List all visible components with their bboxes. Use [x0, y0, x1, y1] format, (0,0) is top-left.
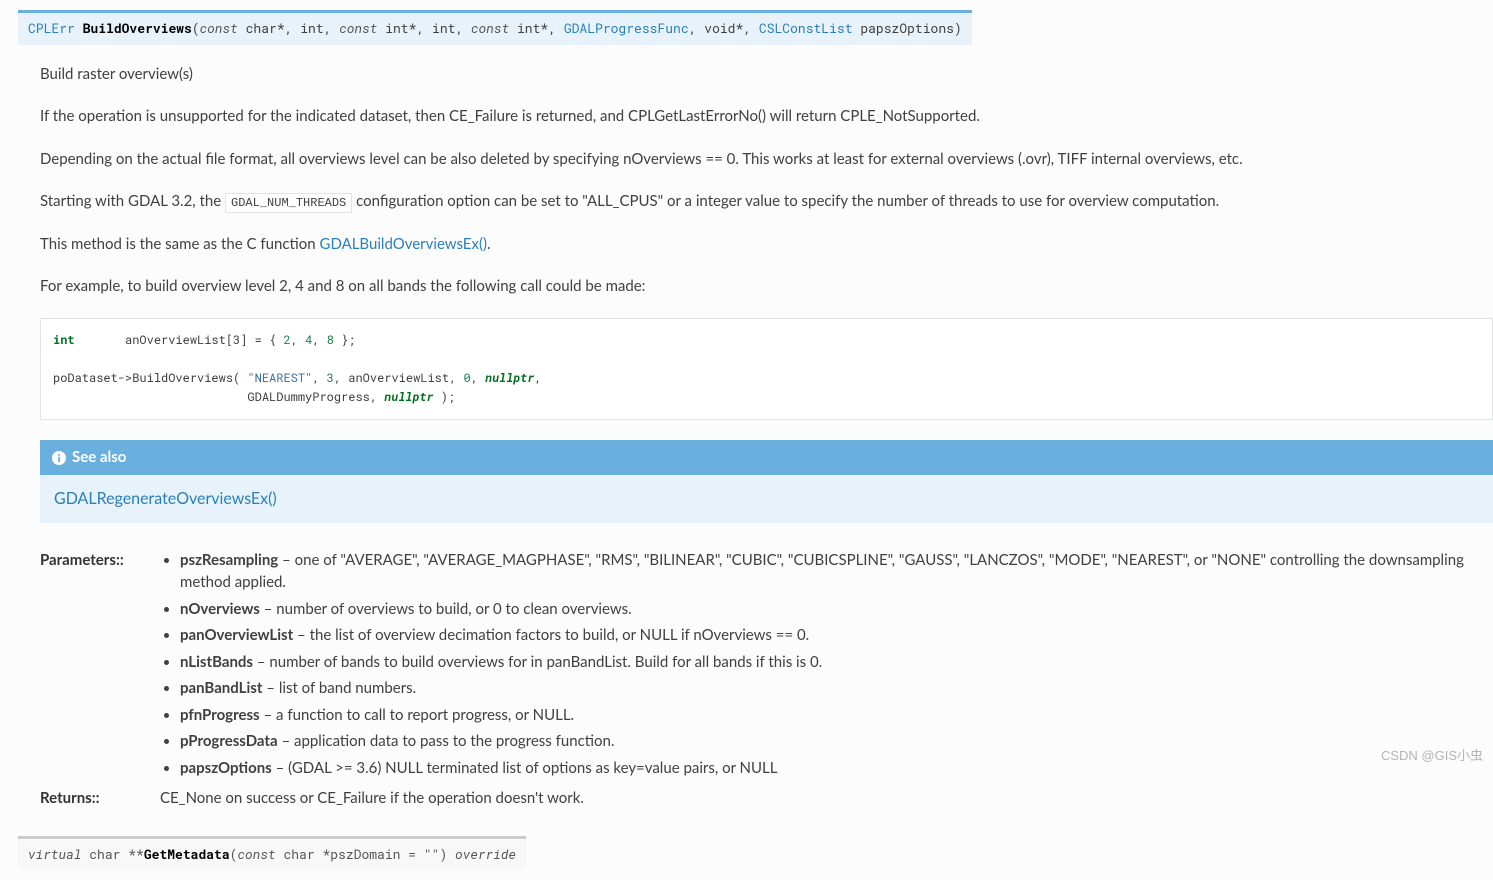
- list-item: nListBands – number of bands to build ov…: [180, 651, 1485, 674]
- desc-p2: If the operation is unsupported for the …: [40, 105, 1493, 128]
- function-name-getmetadata: GetMetadata: [144, 845, 230, 863]
- function-name: BuildOverviews: [83, 19, 192, 37]
- list-item: pProgressData – application data to pass…: [180, 730, 1485, 753]
- list-item: papszOptions – (GDAL >= 3.6) NULL termin…: [180, 757, 1485, 780]
- see-also-box: See also GDALRegenerateOverviewsEx(): [40, 440, 1493, 523]
- type-link-cslconstlist[interactable]: CSLConstList: [759, 19, 853, 37]
- description-block: Build raster overview(s) If the operatio…: [18, 63, 1493, 812]
- returns-label: Returns::: [40, 785, 160, 812]
- return-type-link[interactable]: CPLErr: [28, 19, 75, 37]
- desc-p3: Depending on the actual file format, all…: [40, 148, 1493, 171]
- see-also-title: See also: [40, 440, 1493, 475]
- parameters-label: Parameters::: [40, 547, 160, 786]
- desc-p1: Build raster overview(s): [40, 63, 1493, 86]
- desc-p5: This method is the same as the C functio…: [40, 233, 1493, 256]
- desc-p6: For example, to build overview level 2, …: [40, 275, 1493, 298]
- list-item: nOverviews – number of overviews to buil…: [180, 598, 1485, 621]
- returns-text: CE_None on success or CE_Failure if the …: [160, 785, 1493, 812]
- list-item: panOverviewList – the list of overview d…: [180, 624, 1485, 647]
- info-icon: [52, 451, 66, 465]
- list-item: pfnProgress – a function to call to repo…: [180, 704, 1485, 727]
- function-signature-buildoverviews: CPLErr BuildOverviews(const char*, int, …: [18, 10, 972, 45]
- code-example: int anOverviewList[3] = { 2, 4, 8 }; poD…: [40, 318, 1493, 421]
- type-link-progressfunc[interactable]: GDALProgressFunc: [564, 19, 689, 37]
- link-regenerateoverviews[interactable]: GDALRegenerateOverviewsEx(): [54, 489, 277, 508]
- field-list: Parameters:: pszResampling – one of "AVE…: [40, 547, 1493, 812]
- parameters-list: pszResampling – one of "AVERAGE", "AVERA…: [160, 549, 1485, 780]
- list-item: panBandList – list of band numbers.: [180, 677, 1485, 700]
- inline-code-threads: GDAL_NUM_THREADS: [225, 193, 352, 213]
- link-gdalbuildoverviewsex[interactable]: GDALBuildOverviewsEx(): [320, 235, 487, 253]
- desc-p4: Starting with GDAL 3.2, the GDAL_NUM_THR…: [40, 190, 1493, 213]
- list-item: pszResampling – one of "AVERAGE", "AVERA…: [180, 549, 1485, 594]
- function-signature-getmetadata: virtual char **GetMetadata(const char *p…: [18, 836, 526, 871]
